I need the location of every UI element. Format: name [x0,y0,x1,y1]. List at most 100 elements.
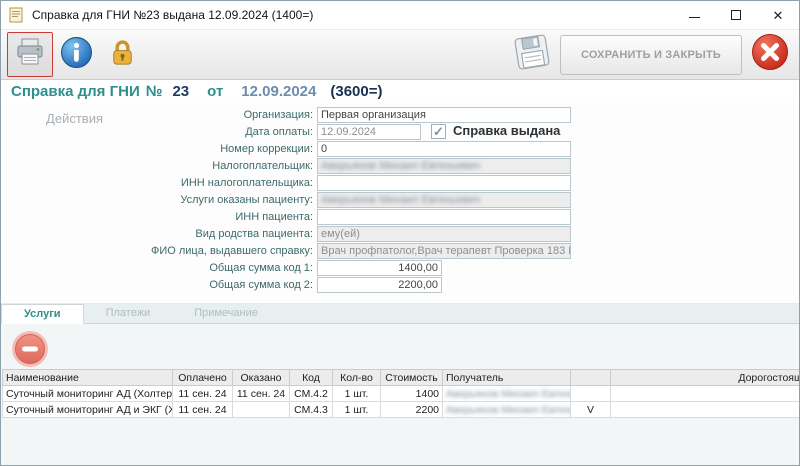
cell-qty[interactable]: 1 шт. [333,386,381,402]
cell-expensive[interactable] [611,402,800,418]
doc-number: 23 [172,83,189,100]
tab-note[interactable]: Примечание [172,304,280,323]
col-header-code[interactable]: Код [290,370,333,386]
col-header-cost[interactable]: Стоимость [381,370,443,386]
cell-code[interactable]: СМ.4.3 [290,402,333,418]
issued-checkbox[interactable]: ✓ [431,124,446,139]
organization-label: Организация: [97,107,313,123]
red-close-icon [750,32,790,77]
cell-rendered[interactable] [233,402,290,418]
lock-icon [107,37,138,73]
patient-inn-row: ИНН пациента: [1,209,799,225]
organization-row: Организация: [1,107,799,123]
patient-label: Услуги оказаны пациенту: [97,192,313,208]
col-header-qty[interactable]: Кол-во [333,370,381,386]
cell-code[interactable]: СМ.4.2 [290,386,333,402]
total2-input[interactable] [317,277,442,293]
window-controls: ✕ [673,1,799,29]
total1-row: Общая сумма код 1: [1,260,799,276]
services-table-wrap: Наименование Оплачено Оказано Код Кол-во… [2,369,800,418]
cell-flag[interactable] [571,386,611,402]
table-header-row: Наименование Оплачено Оказано Код Кол-во… [3,370,800,386]
doc-from-word: от [207,83,223,100]
issuer-row: ФИО лица, выдавшего справку: Врач профпа… [1,243,799,259]
col-header-paid[interactable]: Оплачено [173,370,233,386]
taxpayer-inn-input[interactable] [317,175,571,191]
organization-input[interactable] [317,107,571,123]
pay-date-label: Дата оплаты: [97,124,313,140]
col-header-flag[interactable] [571,370,611,386]
save-button[interactable] [509,32,555,77]
services-tab-content: Наименование Оплачено Оказано Код Кол-во… [1,324,799,465]
save-and-close-button[interactable]: СОХРАНИТЬ И ЗАКРЫТЬ [560,35,742,75]
printer-icon [14,36,46,73]
taxpayer-row: Налогоплательщик: Аверьянов Михаил Евген… [1,158,799,174]
pay-date-row: Дата оплаты: ✓ Справка выдана [1,124,799,140]
tabstrip: Услуги Платежи Примечание [1,303,799,324]
total2-row: Общая сумма код 2: [1,277,799,293]
issuer-field[interactable]: Врач профпатолог,Врач терапевт Проверка … [317,243,571,259]
issued-checkbox-label: Справка выдана [453,123,560,138]
correction-input[interactable] [317,141,571,157]
form-area: Действия Организация: Дата оплаты: ✓ Спр… [1,103,799,303]
col-header-recipient[interactable]: Получатель [443,370,571,386]
minimize-button[interactable] [673,1,715,29]
cell-rendered[interactable]: 11 сен. 24 [233,386,290,402]
cell-cost[interactable]: 1400 [381,386,443,402]
kinship-value: ему(ей) [321,228,360,240]
close-icon: ✕ [773,9,784,22]
pay-date-input[interactable] [317,124,421,140]
total1-input[interactable] [317,260,442,276]
taxpayer-label: Налогоплательщик: [97,158,313,174]
titlebar: Справка для ГНИ №23 выдана 12.09.2024 (1… [1,1,799,29]
tab-payments[interactable]: Платежи [84,304,173,323]
floppy-disk-icon [511,31,553,78]
patient-row: Услуги оказаны пациенту: Аверьянов Михаи… [1,192,799,208]
cell-paid[interactable]: 11 сен. 24 [173,386,233,402]
tab-services[interactable]: Услуги [1,304,84,324]
col-header-expensive[interactable]: Дорогостоящ [611,370,800,386]
patient-field[interactable]: Аверьянов Михаил Евгеньевич [317,192,571,208]
cell-recipient[interactable]: Аверьянов Михаил Евгеньевич [443,386,571,402]
close-form-button[interactable] [747,32,793,77]
cell-expensive[interactable] [611,386,800,402]
recipient-value: Аверьянов Михаил Евгеньевич [446,388,571,400]
table-row[interactable]: Суточный мониторинг АД и ЭКГ (Холтер) 11… [3,402,800,418]
doc-number-sign: № [146,83,163,100]
cell-flag[interactable]: V [571,402,611,418]
taxpayer-value: Аверьянов Михаил Евгеньевич [321,160,480,172]
patient-value: Аверьянов Михаил Евгеньевич [321,194,480,206]
maximize-button[interactable] [715,1,757,29]
toolbar: СОХРАНИТЬ И ЗАКРЫТЬ [1,29,799,80]
kinship-row: Вид родства пациента: ему(ей) [1,226,799,242]
info-button[interactable] [53,32,99,77]
cell-recipient[interactable]: Аверьянов Михаил Евгеньевич [443,402,571,418]
cell-cost[interactable]: 2200 [381,402,443,418]
kinship-field[interactable]: ему(ей) [317,226,571,242]
patient-inn-input[interactable] [317,209,571,225]
close-button[interactable]: ✕ [757,1,799,29]
taxpayer-field[interactable]: Аверьянов Михаил Евгеньевич [317,158,571,174]
doc-amount: (3600=) [330,83,382,100]
patient-inn-label: ИНН пациента: [97,209,313,225]
print-button[interactable] [7,32,53,77]
maximize-icon [731,10,741,20]
total2-label: Общая сумма код 2: [97,277,313,293]
cell-paid[interactable]: 11 сен. 24 [173,402,233,418]
remove-row-button[interactable] [11,330,49,368]
correction-label: Номер коррекции: [97,141,313,157]
total1-label: Общая сумма код 1: [97,260,313,276]
col-header-name[interactable]: Наименование [3,370,173,386]
doc-date: 12.09.2024 [241,83,316,100]
app-window: Справка для ГНИ №23 выдана 12.09.2024 (1… [0,0,800,466]
lock-button[interactable] [99,32,145,77]
table-row[interactable]: Суточный мониторинг АД (Холтер) 11 сен. … [3,386,800,402]
cell-name[interactable]: Суточный мониторинг АД и ЭКГ (Холтер) [3,402,173,418]
toolbar-right-group: СОХРАНИТЬ И ЗАКРЫТЬ [509,32,793,77]
services-table: Наименование Оплачено Оказано Код Кол-во… [2,369,800,418]
col-header-rendered[interactable]: Оказано [233,370,290,386]
cell-name[interactable]: Суточный мониторинг АД (Холтер) [3,386,173,402]
cell-qty[interactable]: 1 шт. [333,402,381,418]
taxpayer-inn-row: ИНН налогоплательщика: [1,175,799,191]
recipient-value: Аверьянов Михаил Евгеньевич [446,404,571,416]
